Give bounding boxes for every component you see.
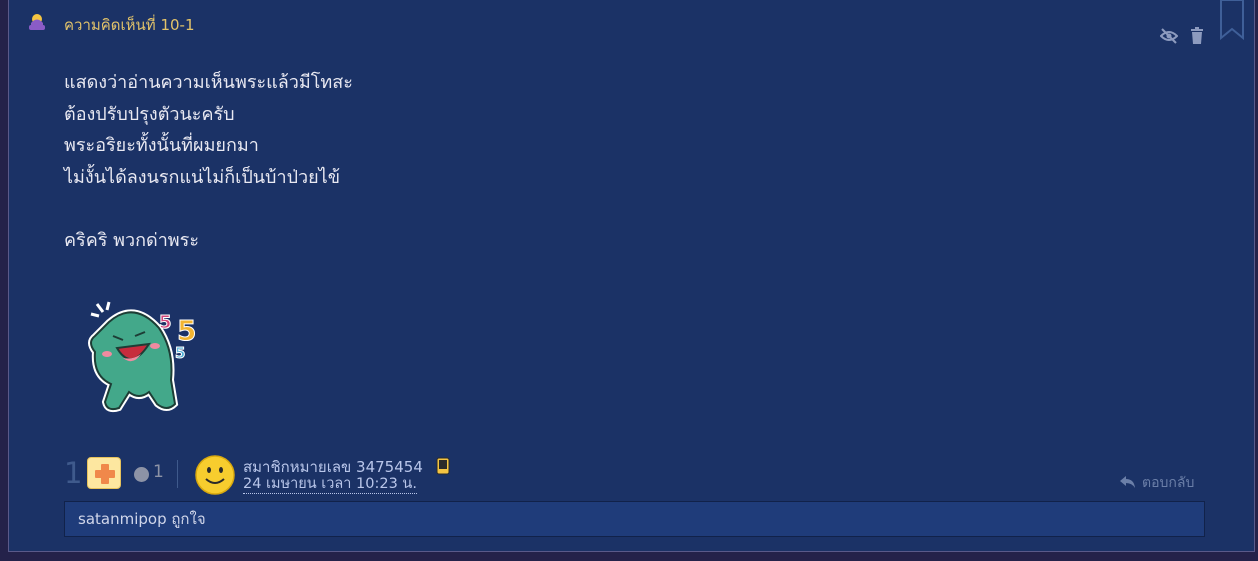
comment-line: แสดงว่าอ่านความเห็นพระแล้วมีโทสะ — [64, 72, 353, 93]
eye-off-icon[interactable] — [1159, 27, 1179, 45]
comment-line: พระอริยะทั้งนั้นที่ผมยกมา — [64, 135, 259, 156]
reply-button[interactable]: ตอบกลับ — [1119, 472, 1194, 494]
comment-body: แสดงว่าอ่านความเห็นพระแล้วมีโทสะ ต้องปรั… — [64, 67, 353, 256]
emotion-icon[interactable] — [134, 467, 149, 482]
plus-vote-button[interactable] — [87, 457, 121, 489]
trash-icon[interactable] — [1188, 27, 1206, 45]
reply-icon — [1119, 475, 1136, 489]
comment-line: ต้องปรับปรุงตัวนะครับ — [64, 103, 235, 125]
footer-divider — [177, 460, 178, 488]
avatar[interactable] — [195, 455, 235, 495]
vote-score: 1 — [64, 456, 83, 490]
sticker-digit: 5 — [159, 312, 172, 333]
comment-line — [64, 193, 353, 225]
comment-footer: 1 1 สมาชิกหมายเลข 3475454 24 เมษายน เวลา… — [64, 455, 1214, 495]
reply-label: ตอบกลับ — [1142, 475, 1195, 491]
member-icon — [27, 12, 47, 32]
likers-bar: satanmipop ถูกใจ — [64, 501, 1205, 537]
comment-title: ความคิดเห็นที่ 10-1 — [64, 16, 195, 34]
comment-line: คริคริ พวกด่าพระ — [64, 229, 200, 251]
comment-line: ไม่งั้นได้ลงนรกแน่ไม่ก็เป็นบ้าป่วยไข้ — [64, 166, 341, 188]
comment-date[interactable]: 24 เมษายน เวลา 10:23 น. — [243, 476, 417, 494]
sticker-digit: 5 — [177, 314, 196, 347]
mobile-phone-icon — [436, 457, 450, 475]
sticker-digit: 5 — [175, 344, 185, 362]
laughing-sticker: 5 5 5 — [79, 300, 204, 418]
bookmark-icon[interactable] — [1219, 0, 1245, 41]
comment-card: ความคิดเห็นที่ 10-1 แสดงว่าอ่านความเห็นพ… — [8, 0, 1255, 552]
emotion-count: 1 — [153, 462, 164, 482]
